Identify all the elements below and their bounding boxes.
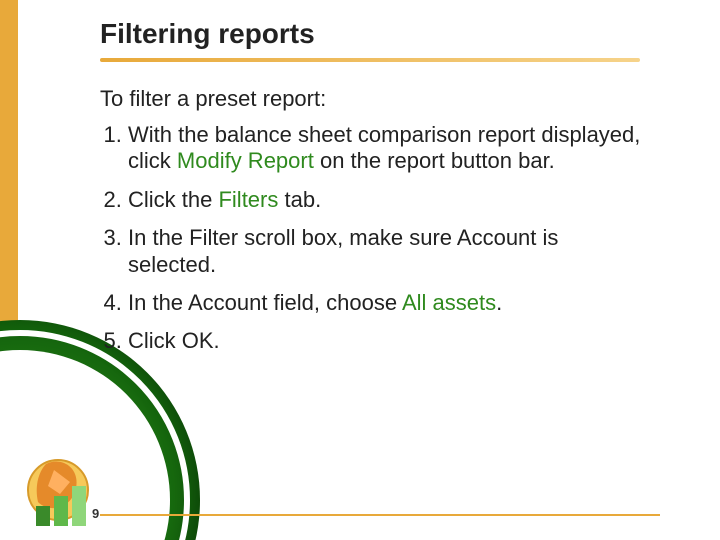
step-text-post: tab.	[278, 187, 321, 212]
step-text-pre: Click the	[128, 187, 218, 212]
steps-list: With the balance sheet comparison report…	[100, 122, 690, 355]
step-item: In the Account field, choose All assets.	[128, 290, 648, 316]
step-item: With the balance sheet comparison report…	[128, 122, 648, 175]
step-accent: All assets	[402, 290, 496, 315]
slide-content: Filtering reports To filter a preset rep…	[100, 18, 690, 367]
step-text-pre: In the Filter scroll box, make sure Acco…	[128, 225, 558, 276]
step-text-pre: In the Account field, choose	[128, 290, 402, 315]
page-number: 9	[92, 506, 99, 521]
step-item: In the Filter scroll box, make sure Acco…	[128, 225, 648, 278]
step-text-pre: Click OK.	[128, 328, 220, 353]
corner-logo	[10, 444, 120, 534]
step-accent: Modify Report	[177, 148, 314, 173]
footer-underline	[100, 514, 660, 516]
intro-text: To filter a preset report:	[100, 86, 690, 112]
slide-title: Filtering reports	[100, 18, 690, 56]
step-item: Click OK.	[128, 328, 648, 354]
step-item: Click the Filters tab.	[128, 187, 648, 213]
step-text-post: on the report button bar.	[314, 148, 555, 173]
step-text-post: .	[496, 290, 502, 315]
title-underline	[100, 58, 640, 62]
step-accent: Filters	[218, 187, 278, 212]
